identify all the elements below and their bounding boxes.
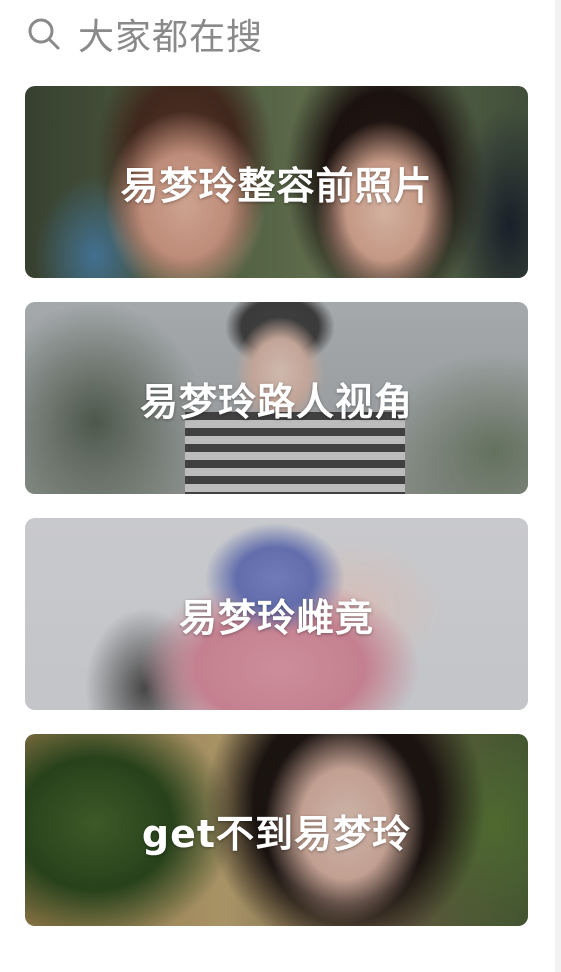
section-header: 大家都在搜 (24, 8, 263, 60)
right-edge-strip (555, 0, 561, 972)
card-label: 易梦玲雌竟 (178, 595, 374, 640)
trending-search-card[interactable]: 易梦玲路人视角 (25, 302, 528, 494)
card-label: 易梦玲整容前照片 (120, 163, 433, 208)
trending-search-list: 易梦玲整容前照片 易梦玲路人视角 易梦玲雌竟 get不到易梦玲 (25, 86, 528, 950)
trending-search-card[interactable]: 易梦玲雌竟 (25, 518, 528, 710)
trending-search-card[interactable]: 易梦玲整容前照片 (25, 86, 528, 278)
card-label: get不到易梦玲 (141, 811, 412, 856)
search-icon (24, 14, 64, 54)
card-label: 易梦玲路人视角 (139, 379, 413, 424)
trending-search-card[interactable]: get不到易梦玲 (25, 734, 528, 926)
section-title: 大家都在搜 (78, 17, 264, 58)
